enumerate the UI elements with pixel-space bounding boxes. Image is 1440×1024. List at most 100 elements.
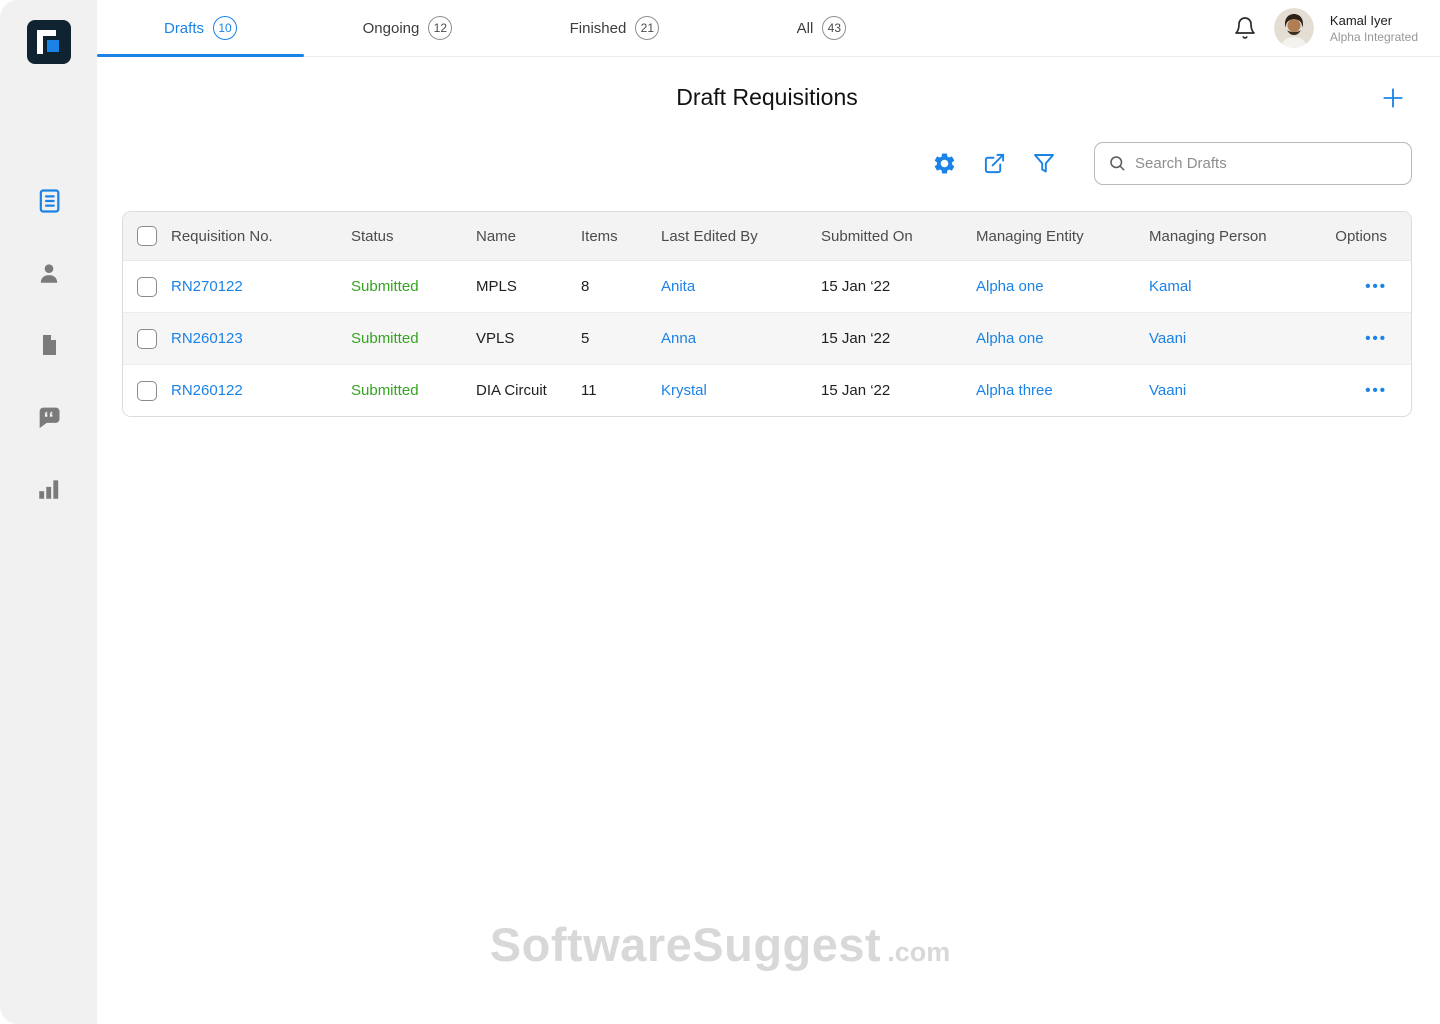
search-box[interactable] [1094, 142, 1412, 185]
select-all-checkbox[interactable] [137, 226, 157, 246]
row-options-icon[interactable]: ••• [1331, 382, 1411, 399]
tab-count-badge: 10 [213, 16, 237, 40]
page-title: Draft Requisitions [676, 84, 858, 111]
tab-count-badge: 12 [428, 16, 452, 40]
sidebar-item-requisitions[interactable] [34, 186, 64, 216]
sidebar-item-contacts[interactable] [34, 258, 64, 288]
logo-icon [27, 20, 71, 64]
tab-count-badge: 43 [822, 16, 846, 40]
user-avatar[interactable] [1274, 8, 1314, 48]
row-checkbox[interactable] [137, 381, 157, 401]
table-header-row: Requisition No. Status Name Items Last E… [123, 212, 1411, 260]
toolbar [122, 141, 1412, 185]
tab-all[interactable]: All 43 [718, 0, 925, 56]
table-row: RN270122 Submitted MPLS 8 Anita 15 Jan ‘… [123, 260, 1411, 312]
content: Draft Requisitions [97, 57, 1440, 417]
sidebar-item-feedback[interactable] [34, 402, 64, 432]
sidebar-item-reports[interactable] [34, 474, 64, 504]
tab-drafts[interactable]: Drafts 10 [97, 0, 304, 56]
search-icon [1108, 154, 1126, 172]
managing-person-link[interactable]: Kamal [1149, 278, 1331, 295]
row-checkbox[interactable] [137, 329, 157, 349]
tab-ongoing[interactable]: Ongoing 12 [304, 0, 511, 56]
sidebar [0, 0, 97, 1024]
tab-count-badge: 21 [635, 16, 659, 40]
app-logo[interactable] [27, 20, 71, 64]
managing-entity-link[interactable]: Alpha three [976, 382, 1149, 399]
items-count: 11 [581, 382, 661, 399]
filter-button[interactable] [1031, 150, 1057, 176]
watermark: SoftwareSuggest .com [97, 917, 1343, 972]
add-requisition-button[interactable] [1380, 85, 1406, 111]
last-edited-by-link[interactable]: Anna [661, 330, 821, 347]
sidebar-item-documents[interactable] [34, 330, 64, 360]
main-area: Drafts 10 Ongoing 12 Finished 21 All 43 [97, 0, 1440, 1024]
document-icon [37, 332, 61, 358]
filter-icon [1032, 151, 1056, 175]
requisition-name: MPLS [476, 278, 581, 295]
user-company: Alpha Integrated [1330, 30, 1418, 44]
tab-finished[interactable]: Finished 21 [511, 0, 718, 56]
col-header-submitted-on: Submitted On [821, 228, 976, 245]
requisition-name: VPLS [476, 330, 581, 347]
topbar-right: Kamal Iyer Alpha Integrated [1232, 0, 1418, 56]
last-edited-by-link[interactable]: Krystal [661, 382, 821, 399]
sidebar-nav [34, 186, 64, 504]
tab-label: Ongoing [363, 20, 420, 37]
table-row: RN260122 Submitted DIA Circuit 11 Krysta… [123, 364, 1411, 416]
items-count: 5 [581, 330, 661, 347]
tab-label: All [797, 20, 814, 37]
requisition-no-link[interactable]: RN260122 [171, 382, 351, 399]
table-row: RN260123 Submitted VPLS 5 Anna 15 Jan ‘2… [123, 312, 1411, 364]
status-badge: Submitted [351, 278, 476, 295]
status-badge: Submitted [351, 330, 476, 347]
items-count: 8 [581, 278, 661, 295]
topbar: Drafts 10 Ongoing 12 Finished 21 All 43 [97, 0, 1440, 57]
submitted-on: 15 Jan ‘22 [821, 278, 976, 295]
managing-person-link[interactable]: Vaani [1149, 330, 1331, 347]
watermark-main: SoftwareSuggest [490, 917, 881, 972]
col-header-options: Options [1331, 228, 1411, 245]
settings-button[interactable] [931, 150, 957, 176]
status-badge: Submitted [351, 382, 476, 399]
col-header-name: Name [476, 228, 581, 245]
watermark-suffix: .com [887, 937, 950, 968]
col-header-managing-person: Managing Person [1149, 228, 1331, 245]
title-row: Draft Requisitions [122, 57, 1412, 137]
avatar-image [1274, 8, 1314, 48]
external-link-icon [983, 152, 1006, 175]
person-icon [36, 260, 62, 286]
tab-label: Finished [570, 20, 627, 37]
col-header-last-edited-by: Last Edited By [661, 228, 821, 245]
gear-icon [932, 151, 957, 176]
tab-bar: Drafts 10 Ongoing 12 Finished 21 All 43 [97, 0, 925, 56]
row-options-icon[interactable]: ••• [1331, 330, 1411, 347]
managing-person-link[interactable]: Vaani [1149, 382, 1331, 399]
app-window: Drafts 10 Ongoing 12 Finished 21 All 43 [0, 0, 1440, 1024]
submitted-on: 15 Jan ‘22 [821, 382, 976, 399]
requisition-no-link[interactable]: RN270122 [171, 278, 351, 295]
chat-quote-icon [35, 403, 63, 431]
user-name: Kamal Iyer [1330, 13, 1418, 28]
requisition-name: DIA Circuit [476, 382, 581, 399]
col-header-items: Items [581, 228, 661, 245]
col-header-status: Status [351, 228, 476, 245]
notifications-button[interactable] [1232, 15, 1258, 41]
requisition-no-link[interactable]: RN260123 [171, 330, 351, 347]
requisitions-table: Requisition No. Status Name Items Last E… [122, 211, 1412, 417]
bar-chart-icon [36, 476, 62, 502]
bell-icon [1233, 16, 1257, 40]
user-meta: Kamal Iyer Alpha Integrated [1330, 13, 1418, 44]
col-header-requisition-no: Requisition No. [171, 228, 351, 245]
search-input[interactable] [1135, 155, 1398, 172]
col-header-managing-entity: Managing Entity [976, 228, 1149, 245]
tab-label: Drafts [164, 20, 204, 37]
managing-entity-link[interactable]: Alpha one [976, 278, 1149, 295]
managing-entity-link[interactable]: Alpha one [976, 330, 1149, 347]
row-checkbox[interactable] [137, 277, 157, 297]
plus-icon [1380, 85, 1406, 111]
row-options-icon[interactable]: ••• [1331, 278, 1411, 295]
last-edited-by-link[interactable]: Anita [661, 278, 821, 295]
notebook-icon [35, 187, 63, 215]
export-button[interactable] [981, 150, 1007, 176]
